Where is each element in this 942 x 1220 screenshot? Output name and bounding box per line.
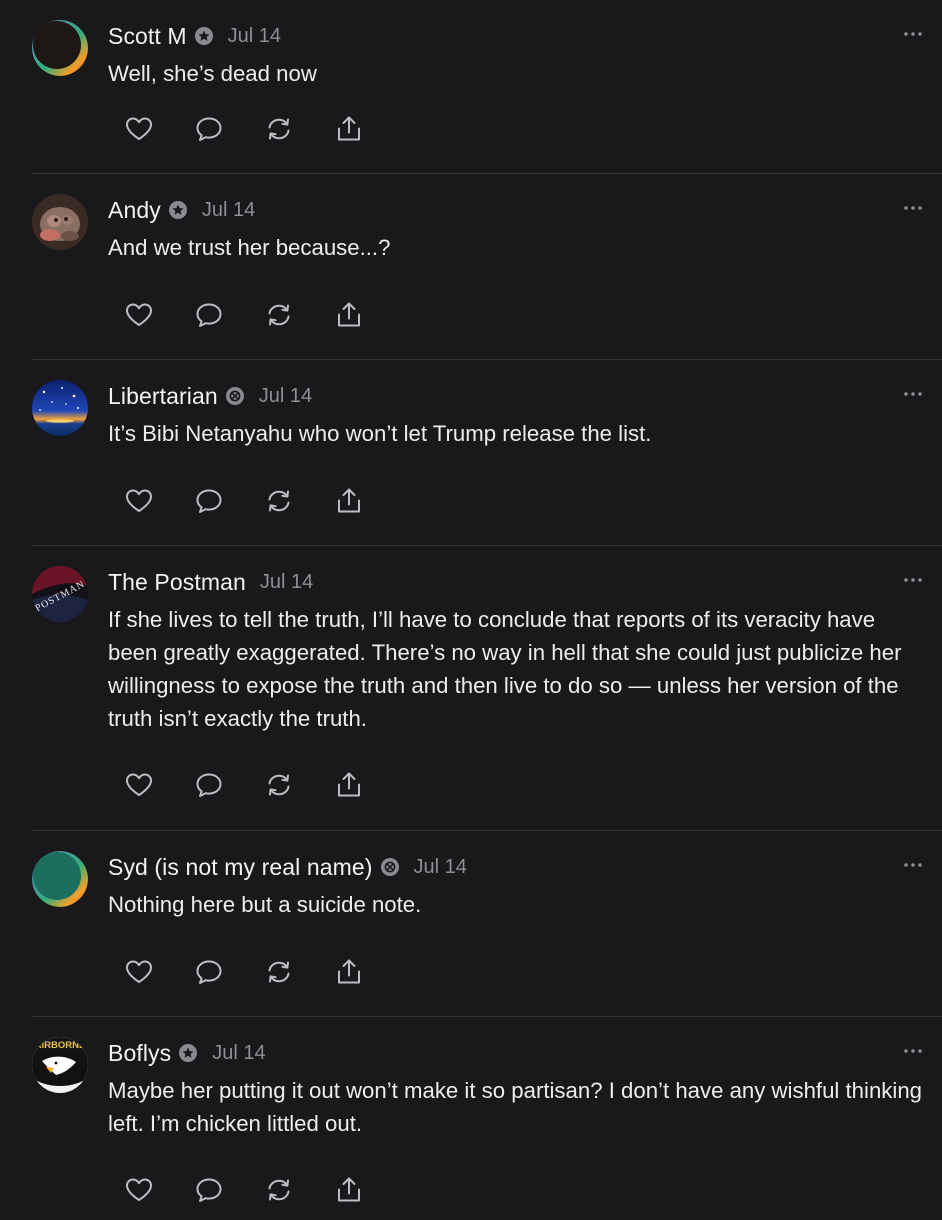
share-icon[interactable] (332, 112, 366, 146)
share-icon[interactable] (332, 484, 366, 518)
comment-actions (122, 298, 402, 332)
author-name[interactable]: Andy (108, 197, 161, 224)
avatar[interactable] (32, 20, 88, 76)
comment-text: And we trust her because...? (108, 235, 391, 260)
comment-header: The Postman Jul 14 (108, 566, 313, 598)
subscriber-star-icon (168, 200, 188, 220)
author-name[interactable]: Syd (is not my real name) (108, 854, 373, 881)
subscriber-badge-icon (380, 857, 400, 877)
avatar[interactable] (32, 851, 88, 907)
like-icon[interactable] (122, 298, 156, 332)
comment-item: Andy Jul 14 And we trust her because...? (0, 174, 942, 360)
comment-item: POSTMAN The Postman Jul 14 If she lives t… (0, 546, 942, 831)
comment-text: Maybe her putting it out won’t make it s… (108, 1078, 922, 1136)
more-options-icon[interactable] (902, 198, 924, 218)
subscriber-star-icon (178, 1043, 198, 1063)
restack-icon[interactable] (262, 484, 296, 518)
comment-item: Syd (is not my real name) Jul 14 Nothing… (0, 831, 942, 1017)
like-icon[interactable] (122, 1173, 156, 1207)
comment-text: Well, she’s dead now (108, 61, 317, 86)
restack-icon[interactable] (262, 298, 296, 332)
avatar[interactable] (32, 194, 88, 250)
subscriber-badge-icon (225, 386, 245, 406)
comment-text: If she lives to tell the truth, I’ll hav… (108, 607, 902, 731)
reply-icon[interactable] (192, 1173, 226, 1207)
comment-actions (122, 768, 402, 802)
restack-icon[interactable] (262, 1173, 296, 1207)
comment-item: Scott M Jul 14 Well, she’s dead now (0, 0, 942, 174)
comment-header: Libertarian Jul 14 (108, 380, 312, 412)
avatar[interactable]: AIRBORNE (32, 1037, 88, 1093)
share-icon[interactable] (332, 768, 366, 802)
comment-date[interactable]: Jul 14 (228, 25, 281, 48)
restack-icon[interactable] (262, 112, 296, 146)
reply-icon[interactable] (192, 484, 226, 518)
like-icon[interactable] (122, 955, 156, 989)
comment-text: It’s Bibi Netanyahu who won’t let Trump … (108, 421, 652, 446)
avatar[interactable]: POSTMAN (32, 566, 88, 622)
like-icon[interactable] (122, 112, 156, 146)
comment-text: Nothing here but a suicide note. (108, 892, 422, 917)
share-icon[interactable] (332, 298, 366, 332)
comment-date[interactable]: Jul 14 (212, 1042, 265, 1065)
author-name[interactable]: The Postman (108, 569, 246, 596)
more-options-icon[interactable] (902, 1041, 924, 1061)
comment-header: Scott M Jul 14 (108, 20, 281, 52)
comment-header: Boflys Jul 14 (108, 1037, 266, 1069)
comment-actions (122, 484, 402, 518)
subscriber-star-icon (194, 26, 214, 46)
reply-icon[interactable] (192, 298, 226, 332)
reply-icon[interactable] (192, 112, 226, 146)
author-name[interactable]: Boflys (108, 1040, 171, 1067)
share-icon[interactable] (332, 1173, 366, 1207)
comment-date[interactable]: Jul 14 (259, 385, 312, 408)
comment-date[interactable]: Jul 14 (414, 856, 467, 879)
restack-icon[interactable] (262, 955, 296, 989)
more-options-icon[interactable] (902, 384, 924, 404)
reply-icon[interactable] (192, 955, 226, 989)
comment-actions (122, 1173, 402, 1207)
share-icon[interactable] (332, 955, 366, 989)
comment-date[interactable]: Jul 14 (202, 199, 255, 222)
like-icon[interactable] (122, 484, 156, 518)
more-options-icon[interactable] (902, 855, 924, 875)
comment-item: Libertarian Jul 14 It’s Bibi Netanyahu w… (0, 360, 942, 546)
svg-text:AIRBORNE: AIRBORNE (35, 1040, 86, 1051)
author-name[interactable]: Libertarian (108, 383, 218, 410)
avatar[interactable] (32, 380, 88, 436)
more-options-icon[interactable] (902, 24, 924, 44)
comment-actions (122, 955, 402, 989)
comment-actions (122, 112, 402, 146)
like-icon[interactable] (122, 768, 156, 802)
restack-icon[interactable] (262, 768, 296, 802)
comment-item: AIRBORNE Boflys Jul 14 Maybe her putting… (0, 1017, 942, 1220)
more-options-icon[interactable] (902, 570, 924, 590)
comment-date[interactable]: Jul 14 (260, 571, 313, 594)
author-name[interactable]: Scott M (108, 23, 187, 50)
reply-icon[interactable] (192, 768, 226, 802)
comment-header: Syd (is not my real name) Jul 14 (108, 851, 467, 883)
comment-header: Andy Jul 14 (108, 194, 255, 226)
